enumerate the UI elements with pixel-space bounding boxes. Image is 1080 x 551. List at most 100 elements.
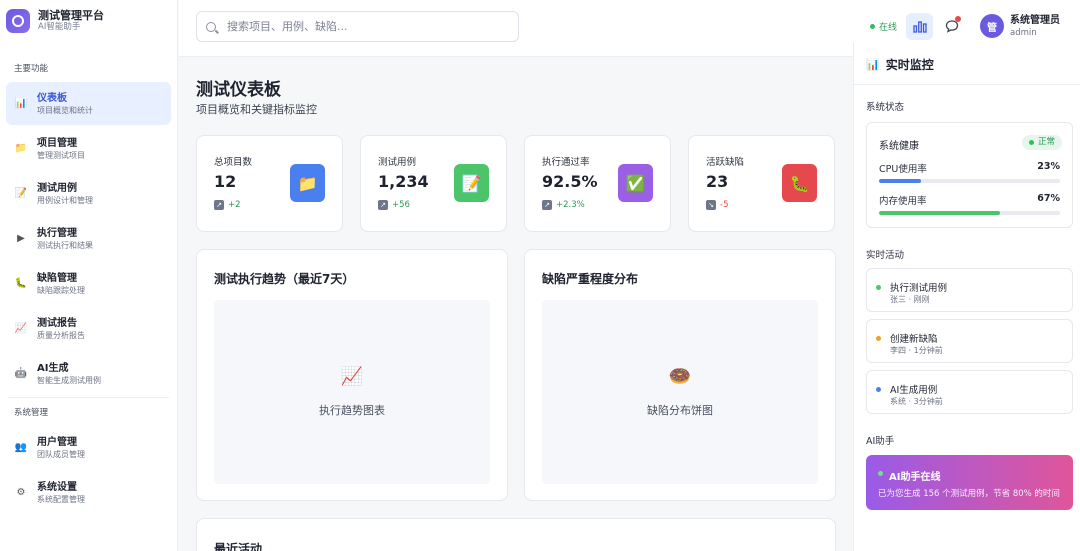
messages-button[interactable] [940, 14, 964, 38]
sidebar-item-defects[interactable]: 🐛 缺陷管理 缺陷跟踪处理 [6, 262, 171, 305]
activity-title: AI生成用例 [890, 385, 938, 396]
search-input[interactable] [227, 20, 507, 33]
stat-trend: ↘ -5 [706, 200, 728, 210]
activity-dot [876, 285, 881, 290]
sidebar-item-dashboard[interactable]: 📊 仪表板 项目概览和统计 [6, 82, 171, 125]
donut-icon: 🍩 [668, 366, 692, 387]
notification-badge [955, 16, 961, 22]
search-icon [206, 21, 216, 32]
activity-dot [876, 336, 881, 341]
sidebar-item-label: 系统设置 [37, 481, 77, 493]
trend-up-icon: ↗ [214, 200, 224, 210]
sidebar-item-desc: 用例设计和管理 [37, 195, 93, 205]
sidebar-item-desc: 项目概览和统计 [37, 105, 93, 115]
play-icon: ▶ [17, 232, 25, 244]
stat-card-projects[interactable]: 总项目数 12 ↗ +2 📁 [196, 135, 343, 232]
cpu-progress-fill [879, 179, 921, 183]
sidebar-item-testcases[interactable]: 📝 测试用例 用例设计和管理 [6, 172, 171, 215]
realtime-monitor-panel: 📊 实时监控 系统状态 系统健康 正常 CPU使用率 23% 内存使用率 67%… [853, 42, 1080, 551]
sidebar-item-ai-generate[interactable]: 🤖 AI生成 智能生成测试用例 [6, 352, 171, 395]
folder-icon: 📁 [290, 164, 325, 202]
stat-value: 12 [214, 172, 237, 191]
panel-caption: 执行趋势图表 [319, 404, 385, 417]
recent-activity-panel: 最近活动 [196, 518, 836, 551]
panel-title: 最近活动 [214, 542, 263, 551]
stat-trend-value: +2.3% [556, 200, 585, 210]
check-icon: ✅ [618, 164, 653, 202]
status-badge: 正常 [1021, 135, 1062, 150]
bar-chart-icon [912, 21, 927, 33]
chart-up-icon: 📈 [14, 322, 28, 334]
pie-chart-placeholder: 🍩 缺陷分布饼图 [542, 300, 818, 484]
stat-value: 92.5% [542, 172, 598, 191]
stat-trend: ↗ +2.3% [542, 200, 585, 210]
stat-card-pass-rate[interactable]: 执行通过率 92.5% ↗ +2.3% ✅ [524, 135, 671, 232]
sidebar-item-desc: 缺陷跟踪处理 [37, 285, 85, 295]
avatar[interactable]: 管 [980, 14, 1004, 38]
ai-title: AI助手在线 [889, 472, 941, 483]
sidebar-item-desc: 管理测试项目 [37, 150, 85, 160]
defect-severity-panel: 缺陷严重程度分布 🍩 缺陷分布饼图 [524, 249, 836, 501]
ai-online-dot [878, 471, 883, 476]
monitor-toggle-button[interactable] [906, 13, 933, 40]
trend-down-icon: ↘ [706, 200, 716, 210]
panel-caption: 缺陷分布饼图 [647, 404, 713, 417]
sidebar-item-settings[interactable]: ⚙ 系统设置 系统配置管理 [6, 471, 171, 514]
stat-trend-value: -5 [720, 200, 729, 210]
stat-trend: ↗ +2 [214, 200, 241, 210]
monitor-title-label: 实时监控 [885, 58, 934, 72]
system-status-label: 系统状态 [866, 102, 905, 113]
memory-label: 内存使用率 [879, 196, 927, 207]
trend-up-icon: ↗ [542, 200, 552, 210]
sidebar-item-desc: 团队成员管理 [37, 449, 85, 459]
sidebar-item-desc: 测试执行和结果 [37, 240, 93, 250]
main-content: 测试仪表板 项目概览和关键指标监控 总项目数 12 ↗ +2 📁 测试用例 1,2… [179, 58, 853, 551]
user-name[interactable]: 系统管理员 [1010, 14, 1060, 27]
ai-description: 已为您生成 156 个测试用例，节省 80% 的时间 [878, 489, 1060, 499]
sidebar-item-execution[interactable]: ▶ 执行管理 测试执行和结果 [6, 217, 171, 260]
sidebar: 测试管理平台 AI智能助手 主要功能 📊 仪表板 项目概览和统计 📁 项目管理 管理… [0, 0, 178, 551]
sidebar-item-label: 缺陷管理 [37, 272, 77, 284]
gear-icon: ⚙ [16, 486, 26, 498]
stat-card-defects[interactable]: 活跃缺陷 23 ↘ -5 🐛 [688, 135, 835, 232]
sidebar-item-projects[interactable]: 📁 项目管理 管理测试项目 [6, 127, 171, 170]
user-role: admin [1010, 28, 1037, 38]
memory-progress-bar [879, 211, 1060, 215]
online-status: 在线 [870, 20, 897, 33]
monitor-title: 📊 实时监控 [866, 56, 934, 73]
bar-chart-icon: 📊 [866, 58, 880, 71]
divider [854, 84, 1080, 85]
status-dot [1028, 140, 1034, 145]
sidebar-item-reports[interactable]: 📈 测试报告 质量分析报告 [6, 307, 171, 350]
brand-title: 测试管理平台 [38, 9, 104, 22]
online-status-label: 在线 [879, 23, 898, 33]
sidebar-item-desc: 智能生成测试用例 [37, 375, 101, 385]
stat-label: 总项目数 [214, 157, 253, 168]
sidebar-item-label: 用户管理 [37, 436, 77, 448]
page-title: 测试仪表板 [196, 80, 281, 100]
activity-item[interactable]: 执行测试用例 张三 · 刚刚 [866, 268, 1073, 312]
activity-item[interactable]: 创建新缺陷 李四 · 1分钟前 [866, 319, 1073, 363]
page-subtitle: 项目概览和关键指标监控 [196, 103, 317, 116]
cpu-value: 23% [1037, 161, 1060, 172]
activity-title: 创建新缺陷 [890, 334, 938, 345]
health-label: 系统健康 [879, 141, 919, 152]
dashboard-icon: 📊 [14, 97, 28, 109]
nav-section-system: 系统管理 [14, 408, 49, 418]
activity-title: 执行测试用例 [890, 283, 948, 294]
activity-meta: 系统 · 3分钟前 [890, 397, 943, 406]
search-box[interactable] [196, 11, 519, 42]
activity-item[interactable]: AI生成用例 系统 · 3分钟前 [866, 370, 1073, 414]
brand[interactable]: 测试管理平台 AI智能助手 [0, 0, 177, 42]
sidebar-item-desc: 质量分析报告 [37, 330, 85, 340]
brand-subtitle: AI智能助手 [38, 22, 81, 32]
logo-icon [6, 9, 30, 33]
stat-card-testcases[interactable]: 测试用例 1,234 ↗ +56 📝 [360, 135, 507, 232]
nav-divider [8, 397, 169, 398]
cpu-label: CPU使用率 [879, 164, 927, 175]
execution-trend-panel: 测试执行趋势（最近7天） 📈 执行趋势图表 [196, 249, 508, 501]
panel-title: 测试执行趋势（最近7天） [214, 272, 355, 286]
sidebar-item-users[interactable]: 👥 用户管理 团队成员管理 [6, 426, 171, 469]
trend-chart-placeholder: 📈 执行趋势图表 [214, 300, 490, 484]
ai-assistant-card[interactable]: AI助手在线 已为您生成 156 个测试用例，节省 80% 的时间 [866, 455, 1073, 510]
